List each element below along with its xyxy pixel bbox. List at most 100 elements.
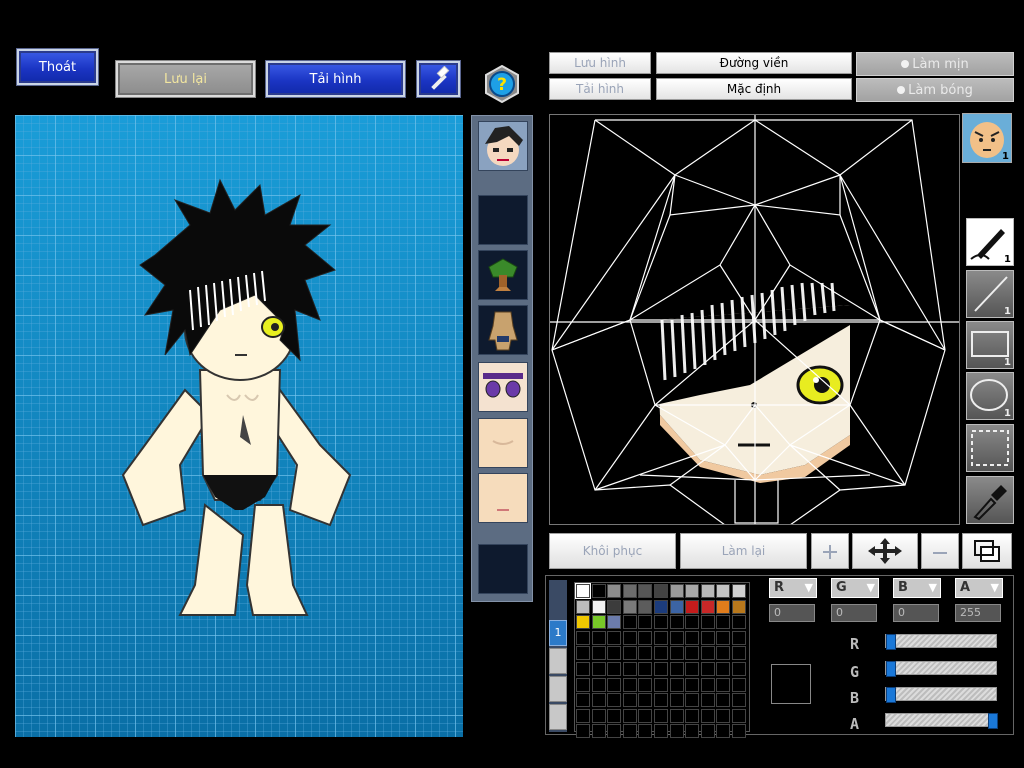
empty-swatch[interactable]	[607, 662, 622, 676]
empty-swatch[interactable]	[638, 662, 653, 676]
empty-swatch[interactable]	[622, 630, 637, 645]
alpha-slider-handle[interactable]	[988, 713, 998, 729]
blue-slider-handle[interactable]	[886, 687, 896, 703]
color-swatch[interactable]	[700, 584, 715, 598]
empty-swatch[interactable]	[622, 662, 637, 676]
empty-swatch[interactable]	[732, 630, 746, 645]
layer-tab-3[interactable]	[549, 676, 567, 702]
color-swatch[interactable]	[638, 584, 653, 598]
empty-swatch[interactable]	[591, 693, 606, 708]
layer-tab-1[interactable]: 1	[549, 620, 567, 646]
red-slider[interactable]	[885, 634, 997, 650]
empty-swatch[interactable]	[638, 693, 653, 708]
alpha-channel-dropdown[interactable]: A ▼	[955, 578, 1003, 598]
empty-swatch[interactable]	[732, 708, 746, 723]
empty-swatch[interactable]	[607, 693, 622, 708]
empty-swatch[interactable]	[607, 724, 622, 739]
smooth-button[interactable]: Làm mịn	[856, 52, 1014, 76]
empty-swatch[interactable]	[591, 708, 606, 723]
empty-swatch[interactable]	[654, 646, 668, 661]
color-swatch[interactable]	[622, 584, 637, 598]
empty-swatch[interactable]	[685, 677, 700, 692]
reload-button[interactable]: Tải hình	[266, 61, 405, 97]
color-swatch[interactable]	[576, 615, 590, 630]
restore-button[interactable]: Khôi phục	[549, 533, 676, 569]
color-swatch[interactable]	[685, 599, 700, 614]
empty-swatch[interactable]	[685, 693, 700, 708]
alpha-slider[interactable]	[885, 713, 998, 729]
empty-swatch[interactable]	[607, 677, 622, 692]
empty-swatch[interactable]	[591, 630, 606, 645]
empty-swatch[interactable]	[732, 646, 746, 661]
empty-swatch[interactable]	[669, 677, 684, 692]
empty-swatch[interactable]	[700, 693, 715, 708]
part-eyes-thumbnail[interactable]	[478, 362, 528, 412]
empty-swatch[interactable]	[622, 708, 637, 723]
empty-swatch[interactable]	[607, 646, 622, 661]
alpha-value-field[interactable]: 255	[955, 604, 1001, 622]
empty-swatch[interactable]	[716, 677, 731, 692]
load-image-button[interactable]: Tải hình	[549, 78, 651, 100]
color-swatch[interactable]	[732, 599, 746, 614]
green-channel-dropdown[interactable]: G ▼	[831, 578, 879, 598]
layer-window-button[interactable]	[962, 533, 1012, 569]
empty-swatch[interactable]	[732, 615, 746, 630]
color-swatch[interactable]	[654, 599, 668, 614]
empty-swatch[interactable]	[622, 646, 637, 661]
part-face-thumbnail[interactable]	[478, 121, 528, 171]
color-swatch[interactable]	[607, 584, 622, 598]
empty-swatch[interactable]	[669, 646, 684, 661]
blue-slider[interactable]	[885, 687, 997, 703]
empty-swatch[interactable]	[654, 615, 668, 630]
empty-swatch[interactable]	[591, 677, 606, 692]
empty-swatch[interactable]	[732, 693, 746, 708]
empty-swatch[interactable]	[607, 708, 622, 723]
empty-swatch[interactable]	[700, 646, 715, 661]
empty-swatch[interactable]	[685, 662, 700, 676]
part-body-thumbnail[interactable]	[478, 305, 528, 355]
color-swatch[interactable]	[576, 599, 590, 614]
red-channel-dropdown[interactable]: R ▼	[769, 578, 817, 598]
part-empty-slot[interactable]	[478, 544, 528, 594]
pen-tool-button[interactable]: 1	[966, 218, 1014, 266]
zoom-out-button[interactable]	[921, 533, 959, 569]
ellipse-tool-button[interactable]: 1	[966, 372, 1014, 420]
empty-swatch[interactable]	[669, 693, 684, 708]
color-swatch[interactable]	[669, 599, 684, 614]
empty-swatch[interactable]	[700, 677, 715, 692]
empty-swatch[interactable]	[732, 724, 746, 739]
color-swatch[interactable]	[607, 615, 622, 630]
save-image-button[interactable]: Lưu hình	[549, 52, 651, 74]
empty-swatch[interactable]	[576, 724, 590, 739]
empty-swatch[interactable]	[591, 662, 606, 676]
green-value-field[interactable]: 0	[831, 604, 877, 622]
part-tree-thumbnail[interactable]	[478, 250, 528, 300]
color-swatch[interactable]	[700, 599, 715, 614]
color-swatch[interactable]	[575, 583, 591, 599]
empty-swatch[interactable]	[638, 630, 653, 645]
empty-swatch[interactable]	[654, 724, 668, 739]
empty-swatch[interactable]	[622, 693, 637, 708]
character-preview-canvas[interactable]	[15, 115, 463, 737]
select-tool-button[interactable]	[966, 424, 1014, 472]
empty-swatch[interactable]	[576, 693, 590, 708]
color-swatch[interactable]	[591, 599, 606, 614]
empty-swatch[interactable]	[685, 630, 700, 645]
empty-swatch[interactable]	[654, 662, 668, 676]
empty-swatch[interactable]	[654, 630, 668, 645]
empty-swatch[interactable]	[716, 646, 731, 661]
empty-swatch[interactable]	[669, 724, 684, 739]
default-button[interactable]: Mặc định	[656, 78, 852, 100]
color-swatch[interactable]	[732, 584, 746, 598]
hammer-button[interactable]	[417, 61, 460, 97]
empty-swatch[interactable]	[654, 693, 668, 708]
empty-swatch[interactable]	[669, 708, 684, 723]
empty-swatch[interactable]	[732, 662, 746, 676]
line-tool-button[interactable]: 1	[966, 270, 1014, 318]
empty-swatch[interactable]	[716, 615, 731, 630]
color-swatch[interactable]	[622, 599, 637, 614]
empty-swatch[interactable]	[716, 693, 731, 708]
blue-value-field[interactable]: 0	[893, 604, 939, 622]
empty-swatch[interactable]	[700, 724, 715, 739]
blue-channel-dropdown[interactable]: B ▼	[893, 578, 941, 598]
